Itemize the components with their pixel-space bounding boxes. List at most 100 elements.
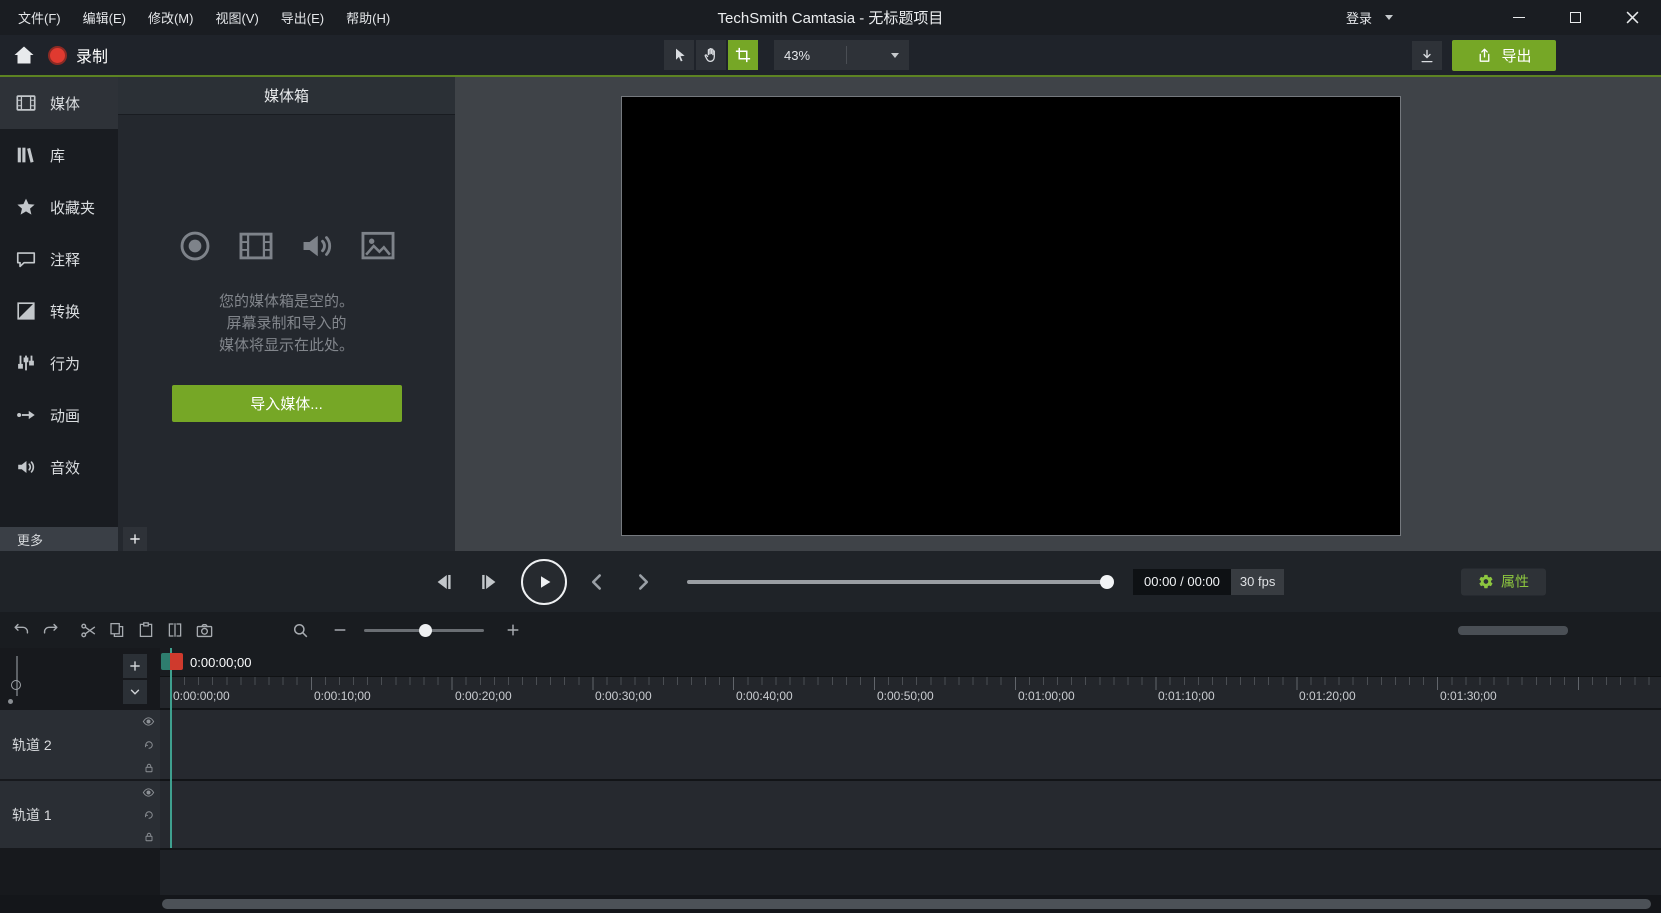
undo-button[interactable] — [9, 618, 33, 642]
horizontal-scrollbar[interactable] — [0, 895, 1661, 913]
home-button[interactable] — [12, 43, 36, 67]
copy-button[interactable] — [105, 618, 129, 642]
filmstrip-icon — [15, 92, 37, 114]
crop-icon — [734, 46, 752, 64]
track-height-slider[interactable] — [8, 656, 26, 706]
horizontal-scrollbar-thumb[interactable] — [162, 899, 1651, 909]
timeline-horizontal-scrollbar[interactable] — [1458, 626, 1568, 635]
track-header-1[interactable]: 轨道 1 — [0, 781, 160, 848]
timeline-zoom-slider[interactable] — [364, 629, 484, 632]
menu-view[interactable]: 视图(V) — [205, 3, 268, 32]
zoom-out-button[interactable] — [328, 618, 352, 642]
cut-button[interactable] — [76, 618, 100, 642]
media-bin-empty-icons — [118, 227, 455, 265]
menu-export[interactable]: 导出(E) — [271, 3, 334, 32]
next-frame-button[interactable] — [477, 569, 503, 595]
download-button[interactable] — [1412, 41, 1442, 70]
sidebar-item-label: 收藏夹 — [50, 197, 95, 218]
sidebar-item-label: 库 — [50, 145, 65, 166]
previous-frame-icon — [430, 569, 456, 595]
timeline-content: 0:00:00;00 0:00:10;00 0:00:20;00 0:00:30… — [160, 648, 1661, 895]
sidebar-more-button[interactable]: 更多 — [0, 527, 118, 551]
record-button[interactable]: 录制 — [48, 43, 108, 67]
playhead-line[interactable] — [170, 648, 172, 848]
playhead-in-marker[interactable] — [161, 653, 170, 670]
add-tool-button[interactable] — [123, 527, 147, 551]
import-media-button[interactable]: 导入媒体... — [172, 385, 402, 422]
media-bin-empty-text: 您的媒体箱是空的。 屏幕录制和导入的 媒体将显示在此处。 — [118, 291, 455, 357]
menu-modify[interactable]: 修改(M) — [138, 3, 204, 32]
maximize-button[interactable] — [1547, 0, 1604, 35]
slider-knob[interactable] — [11, 680, 21, 690]
cursor-tool-button[interactable] — [664, 40, 694, 70]
playhead-out-marker[interactable] — [170, 653, 183, 670]
sidebar-item-library[interactable]: 库 — [0, 129, 118, 181]
crop-tool-button[interactable] — [728, 40, 758, 70]
sidebar-item-annotations[interactable]: 注释 — [0, 233, 118, 285]
minimize-button[interactable] — [1490, 0, 1547, 35]
sidebar-item-label: 转换 — [50, 301, 80, 322]
seek-slider[interactable] — [687, 580, 1111, 584]
paste-icon — [137, 621, 155, 639]
sidebar-item-audio-effects[interactable]: 音效 — [0, 441, 118, 493]
signin-area[interactable]: 登录 — [1346, 8, 1393, 27]
sidebar-item-favorites[interactable]: 收藏夹 — [0, 181, 118, 233]
divider — [160, 848, 1661, 850]
sidebar-item-media[interactable]: 媒体 — [0, 77, 118, 129]
loop-icon[interactable] — [143, 739, 155, 751]
screenshot-button[interactable] — [192, 618, 216, 642]
video-preview[interactable] — [621, 96, 1401, 536]
add-track-button[interactable] — [123, 654, 147, 678]
sidebar: 媒体 库 收藏夹 注释 — [0, 77, 118, 551]
ruler-label: 0:01:20;00 — [1299, 689, 1356, 703]
menu-help[interactable]: 帮助(H) — [336, 3, 400, 32]
ruler-label: 0:00:50;00 — [877, 689, 934, 703]
track-controls-column: 轨道 2 轨道 1 — [0, 648, 160, 895]
paste-button[interactable] — [134, 618, 158, 642]
close-button[interactable] — [1604, 0, 1661, 35]
properties-button[interactable]: 属性 — [1461, 568, 1546, 595]
sidebar-item-behaviors[interactable]: 行为 — [0, 337, 118, 389]
menu-file[interactable]: 文件(F) — [8, 3, 71, 32]
lock-icon[interactable] — [143, 831, 155, 843]
next-clip-button[interactable] — [630, 569, 656, 595]
redo-button[interactable] — [38, 618, 62, 642]
eye-icon[interactable] — [142, 715, 155, 728]
ruler-label: 0:00:10;00 — [314, 689, 371, 703]
lock-icon[interactable] — [143, 762, 155, 774]
signin-label[interactable]: 登录 — [1346, 8, 1372, 27]
hand-icon — [702, 46, 720, 64]
menubar: 文件(F) 编辑(E) 修改(M) 视图(V) 导出(E) 帮助(H) — [0, 3, 400, 32]
previous-frame-button[interactable] — [430, 569, 456, 595]
timeline-ruler[interactable]: 0:00:00;00 0:00:10;00 0:00:20;00 0:00:30… — [160, 676, 1661, 708]
zoom-in-button[interactable] — [501, 618, 525, 642]
pan-tool-button[interactable] — [696, 40, 726, 70]
timeline-marker-row — [160, 648, 1661, 676]
eye-icon[interactable] — [142, 786, 155, 799]
chevron-right-icon — [630, 569, 656, 595]
previous-clip-button[interactable] — [584, 569, 610, 595]
loop-icon[interactable] — [143, 809, 155, 821]
transition-icon — [15, 300, 37, 322]
track-options-button[interactable] — [123, 680, 147, 704]
timeline-zoom-knob[interactable] — [419, 624, 432, 637]
sidebar-item-label: 音效 — [50, 457, 80, 478]
chevron-left-icon — [584, 569, 610, 595]
timeline-zoom-button[interactable] — [288, 618, 312, 642]
seek-slider-knob[interactable] — [1100, 575, 1114, 589]
scissors-icon — [79, 621, 98, 640]
split-icon — [166, 621, 184, 639]
track-header-2[interactable]: 轨道 2 — [0, 710, 160, 779]
menu-edit[interactable]: 编辑(E) — [73, 3, 136, 32]
sidebar-item-transitions[interactable]: 转换 — [0, 285, 118, 337]
canvas-zoom-dropdown[interactable]: 43% — [774, 40, 909, 70]
sidebar-item-animations[interactable]: 动画 — [0, 389, 118, 441]
export-button[interactable]: 导出 — [1452, 40, 1556, 71]
canvas-area[interactable] — [455, 77, 1661, 551]
animation-arrow-icon — [15, 404, 37, 426]
plus-icon — [505, 622, 521, 638]
play-button[interactable] — [521, 559, 567, 605]
export-label: 导出 — [1501, 45, 1531, 66]
star-icon — [15, 196, 37, 218]
split-button[interactable] — [163, 618, 187, 642]
